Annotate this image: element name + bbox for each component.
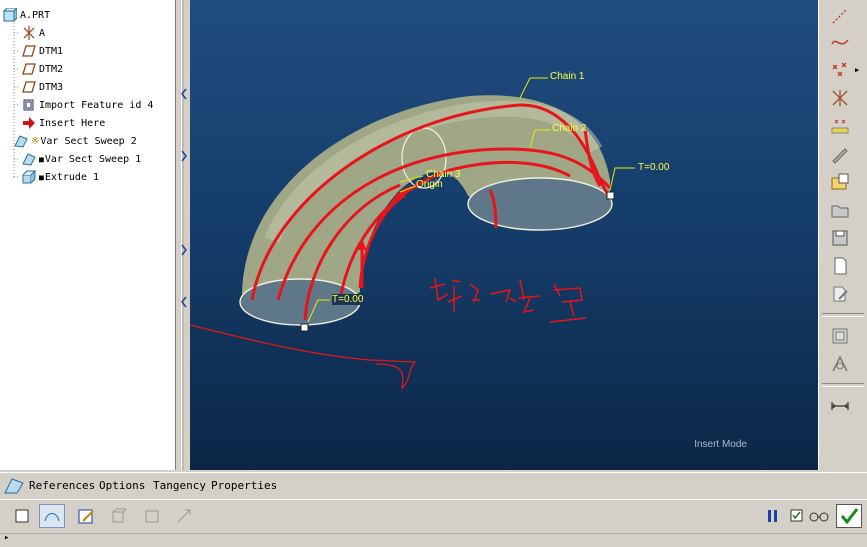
ruler-icon[interactable]	[827, 394, 853, 418]
tab-references[interactable]: References	[29, 479, 95, 492]
cursor-icon: ▸	[4, 533, 10, 543]
thicken-icon[interactable]	[139, 504, 165, 528]
measure-icon[interactable]	[827, 352, 853, 376]
folder-new-icon[interactable]	[827, 170, 853, 194]
sketch-icon[interactable]	[73, 504, 99, 528]
right-toolbar: ▶	[818, 0, 867, 470]
glasses-icon[interactable]	[806, 504, 832, 528]
end-cap-right	[467, 177, 613, 231]
hand-annotation-text	[429, 277, 587, 323]
datum-csys-icon[interactable]	[827, 86, 853, 110]
datum-point-icon[interactable]	[827, 58, 853, 82]
tab-tangency[interactable]: Tangency	[153, 479, 206, 492]
layer-icon[interactable]	[827, 324, 853, 348]
chain-label: Chain 1	[550, 71, 585, 82]
mode-indicator: Insert Mode	[694, 439, 747, 450]
surface-icon[interactable]	[39, 504, 65, 528]
origin-label: Origin	[416, 179, 443, 190]
dashboard	[0, 499, 867, 534]
hand-annotation-arrow	[190, 324, 417, 390]
new-file-icon[interactable]	[827, 254, 853, 278]
panel-splitter[interactable]	[176, 0, 190, 470]
collapse-arrows-icon	[181, 88, 187, 308]
model-canvas	[190, 77, 635, 390]
status-bar: ▸	[0, 533, 867, 547]
graphics-viewport[interactable]: Chain 1 Chain 2 Chain 3 Origin T=0.00 T=…	[190, 0, 819, 470]
pencil-icon[interactable]	[827, 142, 853, 166]
dashboard-tabs: References Options Tangency Properties	[0, 472, 867, 499]
preview-check-icon[interactable]	[790, 504, 804, 528]
pause-icon[interactable]	[760, 504, 786, 528]
tab-properties[interactable]: Properties	[211, 479, 277, 492]
edit-file-icon[interactable]	[827, 282, 853, 306]
tree-connectors	[13, 20, 20, 178]
t-value-label: T=0.00	[332, 294, 364, 305]
solid-icon[interactable]	[9, 504, 35, 528]
tab-options[interactable]: Options	[99, 479, 145, 492]
datum-curve-icon[interactable]	[827, 4, 853, 28]
confirm-icon[interactable]	[836, 504, 862, 528]
datum-axis-icon[interactable]	[827, 114, 853, 138]
model-tree: A.PRT A DTM1 DTM2 DTM3 Import Feature id…	[0, 0, 176, 470]
save-icon[interactable]	[827, 226, 853, 250]
chain-label: Chain 2	[552, 123, 587, 134]
start-point-marker[interactable]	[606, 191, 615, 200]
scale-icon[interactable]	[171, 504, 197, 528]
remove-material-icon[interactable]	[106, 504, 132, 528]
sweep-tool-icon	[4, 477, 24, 498]
folder-open-icon[interactable]	[827, 198, 853, 222]
t-value-label: T=0.00	[638, 162, 670, 173]
sketch-curve-icon[interactable]	[827, 30, 853, 54]
dropdown-arrow-icon[interactable]: ▶	[855, 66, 859, 74]
start-point-marker[interactable]	[300, 323, 309, 332]
